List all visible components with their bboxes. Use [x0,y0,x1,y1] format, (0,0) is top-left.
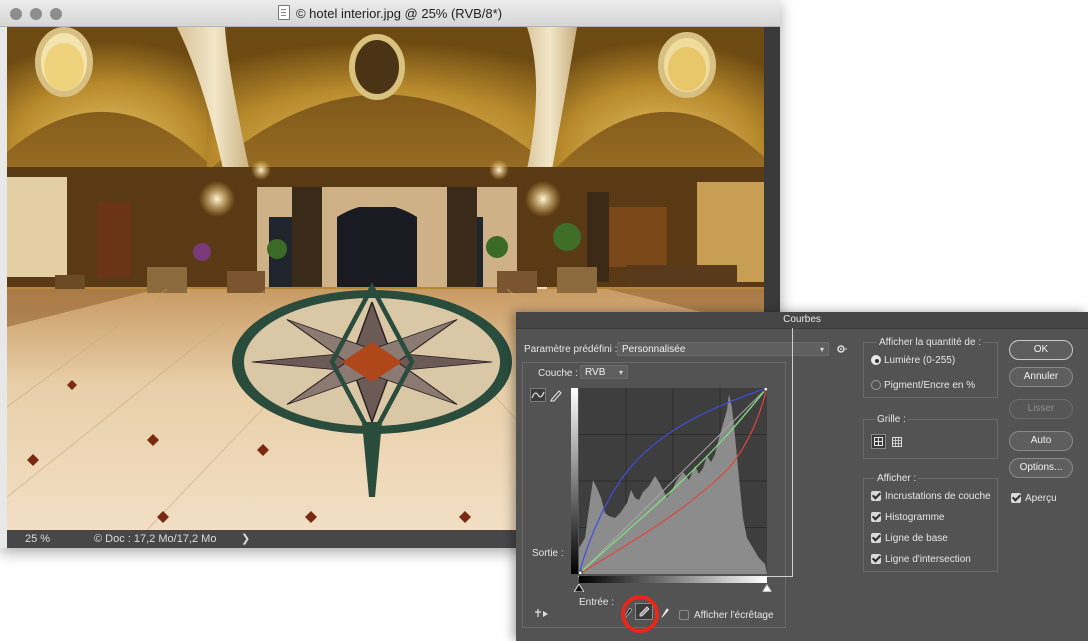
chevron-down-icon: ▾ [819,345,824,354]
detailed-grid-icon[interactable] [892,437,902,447]
curve-shadow-point[interactable] [579,570,583,574]
grid-title: Grille : [875,414,908,425]
preview-label: Aperçu [1025,493,1057,504]
document-title-text: © hotel interior.jpg @ 25% (RVB/8*) [295,6,503,21]
curve-point-tool[interactable] [530,388,546,402]
simple-grid-button[interactable] [871,434,886,449]
show-clipping-checkbox[interactable] [679,610,689,620]
auto-button[interactable]: Auto [1009,431,1073,451]
intersection-line-label: Ligne d'intersection [885,554,971,565]
show-clipping-label: Afficher l'écrêtage [694,610,774,621]
channel-value: RVB [585,367,606,378]
histogram-checkbox[interactable] [871,512,881,522]
zoom-level[interactable]: 25 % [25,530,50,548]
targeted-adjustment-icon[interactable] [534,608,550,620]
input-label: Entrée : [579,597,615,608]
curves-dialog-title: Courbes [516,312,1088,329]
white-point-slider[interactable] [762,584,772,592]
document-titlebar[interactable]: © hotel interior.jpg @ 25% (RVB/8*) [0,0,780,27]
baseline-label: Ligne de base [885,533,948,544]
curve-highlight-point[interactable] [763,388,767,392]
preset-value: Personnalisée [622,344,686,355]
curve-graph[interactable] [579,388,767,574]
light-option-label: Lumière (0-255) [884,355,956,366]
preset-label: Paramètre prédéfini : [524,344,618,355]
preset-select[interactable]: Personnalisée ▾ [617,342,829,356]
document-size-info: © Doc : 17,2 Mo/17,2 Mo [94,533,217,545]
channel-overlays-label: Incrustations de couche [885,491,991,502]
smooth-button[interactable]: Lisser [1009,399,1073,419]
baseline-checkbox[interactable] [871,533,881,543]
file-icon [277,5,290,20]
channel-select[interactable]: RVB ▾ [580,365,628,379]
simple-grid-icon [874,437,883,446]
ok-button[interactable]: OK [1009,340,1073,360]
show-amount-title: Afficher la quantité de : [877,337,984,348]
pencil-icon [550,390,562,402]
output-gradient-bar [571,388,578,574]
light-radio[interactable] [871,355,881,365]
show-title: Afficher : [875,473,919,484]
eyedropper-highlight-ring [621,595,659,633]
cancel-button[interactable]: Annuler [1009,367,1073,387]
curves-dialog: Courbes Paramètre prédéfini : Personnali… [516,312,1088,641]
pigment-option-label: Pigment/Encre en % [884,380,976,391]
preview-checkbox[interactable] [1011,493,1021,503]
document-title: © hotel interior.jpg @ 25% (RVB/8*) [0,5,780,21]
channel-label: Couche : [538,368,579,379]
curve-tool-icon [531,391,545,399]
pigment-radio[interactable] [871,380,881,390]
black-point-slider[interactable] [574,584,584,592]
histogram-label: Histogramme [885,512,945,523]
overlay-edge-line [792,328,793,576]
info-menu-arrow-icon[interactable]: ❯ [241,530,250,548]
pencil-tool[interactable] [549,388,565,402]
chevron-down-icon: ▾ [618,368,623,377]
white-point-eyedropper-icon[interactable] [661,608,669,618]
options-button[interactable]: Options... [1009,458,1073,478]
input-gradient-bar [579,576,767,583]
intersection-line-checkbox[interactable] [871,554,881,564]
output-label: Sortie : [532,548,564,559]
gear-icon[interactable] [836,343,848,355]
channel-overlays-checkbox[interactable] [871,491,881,501]
